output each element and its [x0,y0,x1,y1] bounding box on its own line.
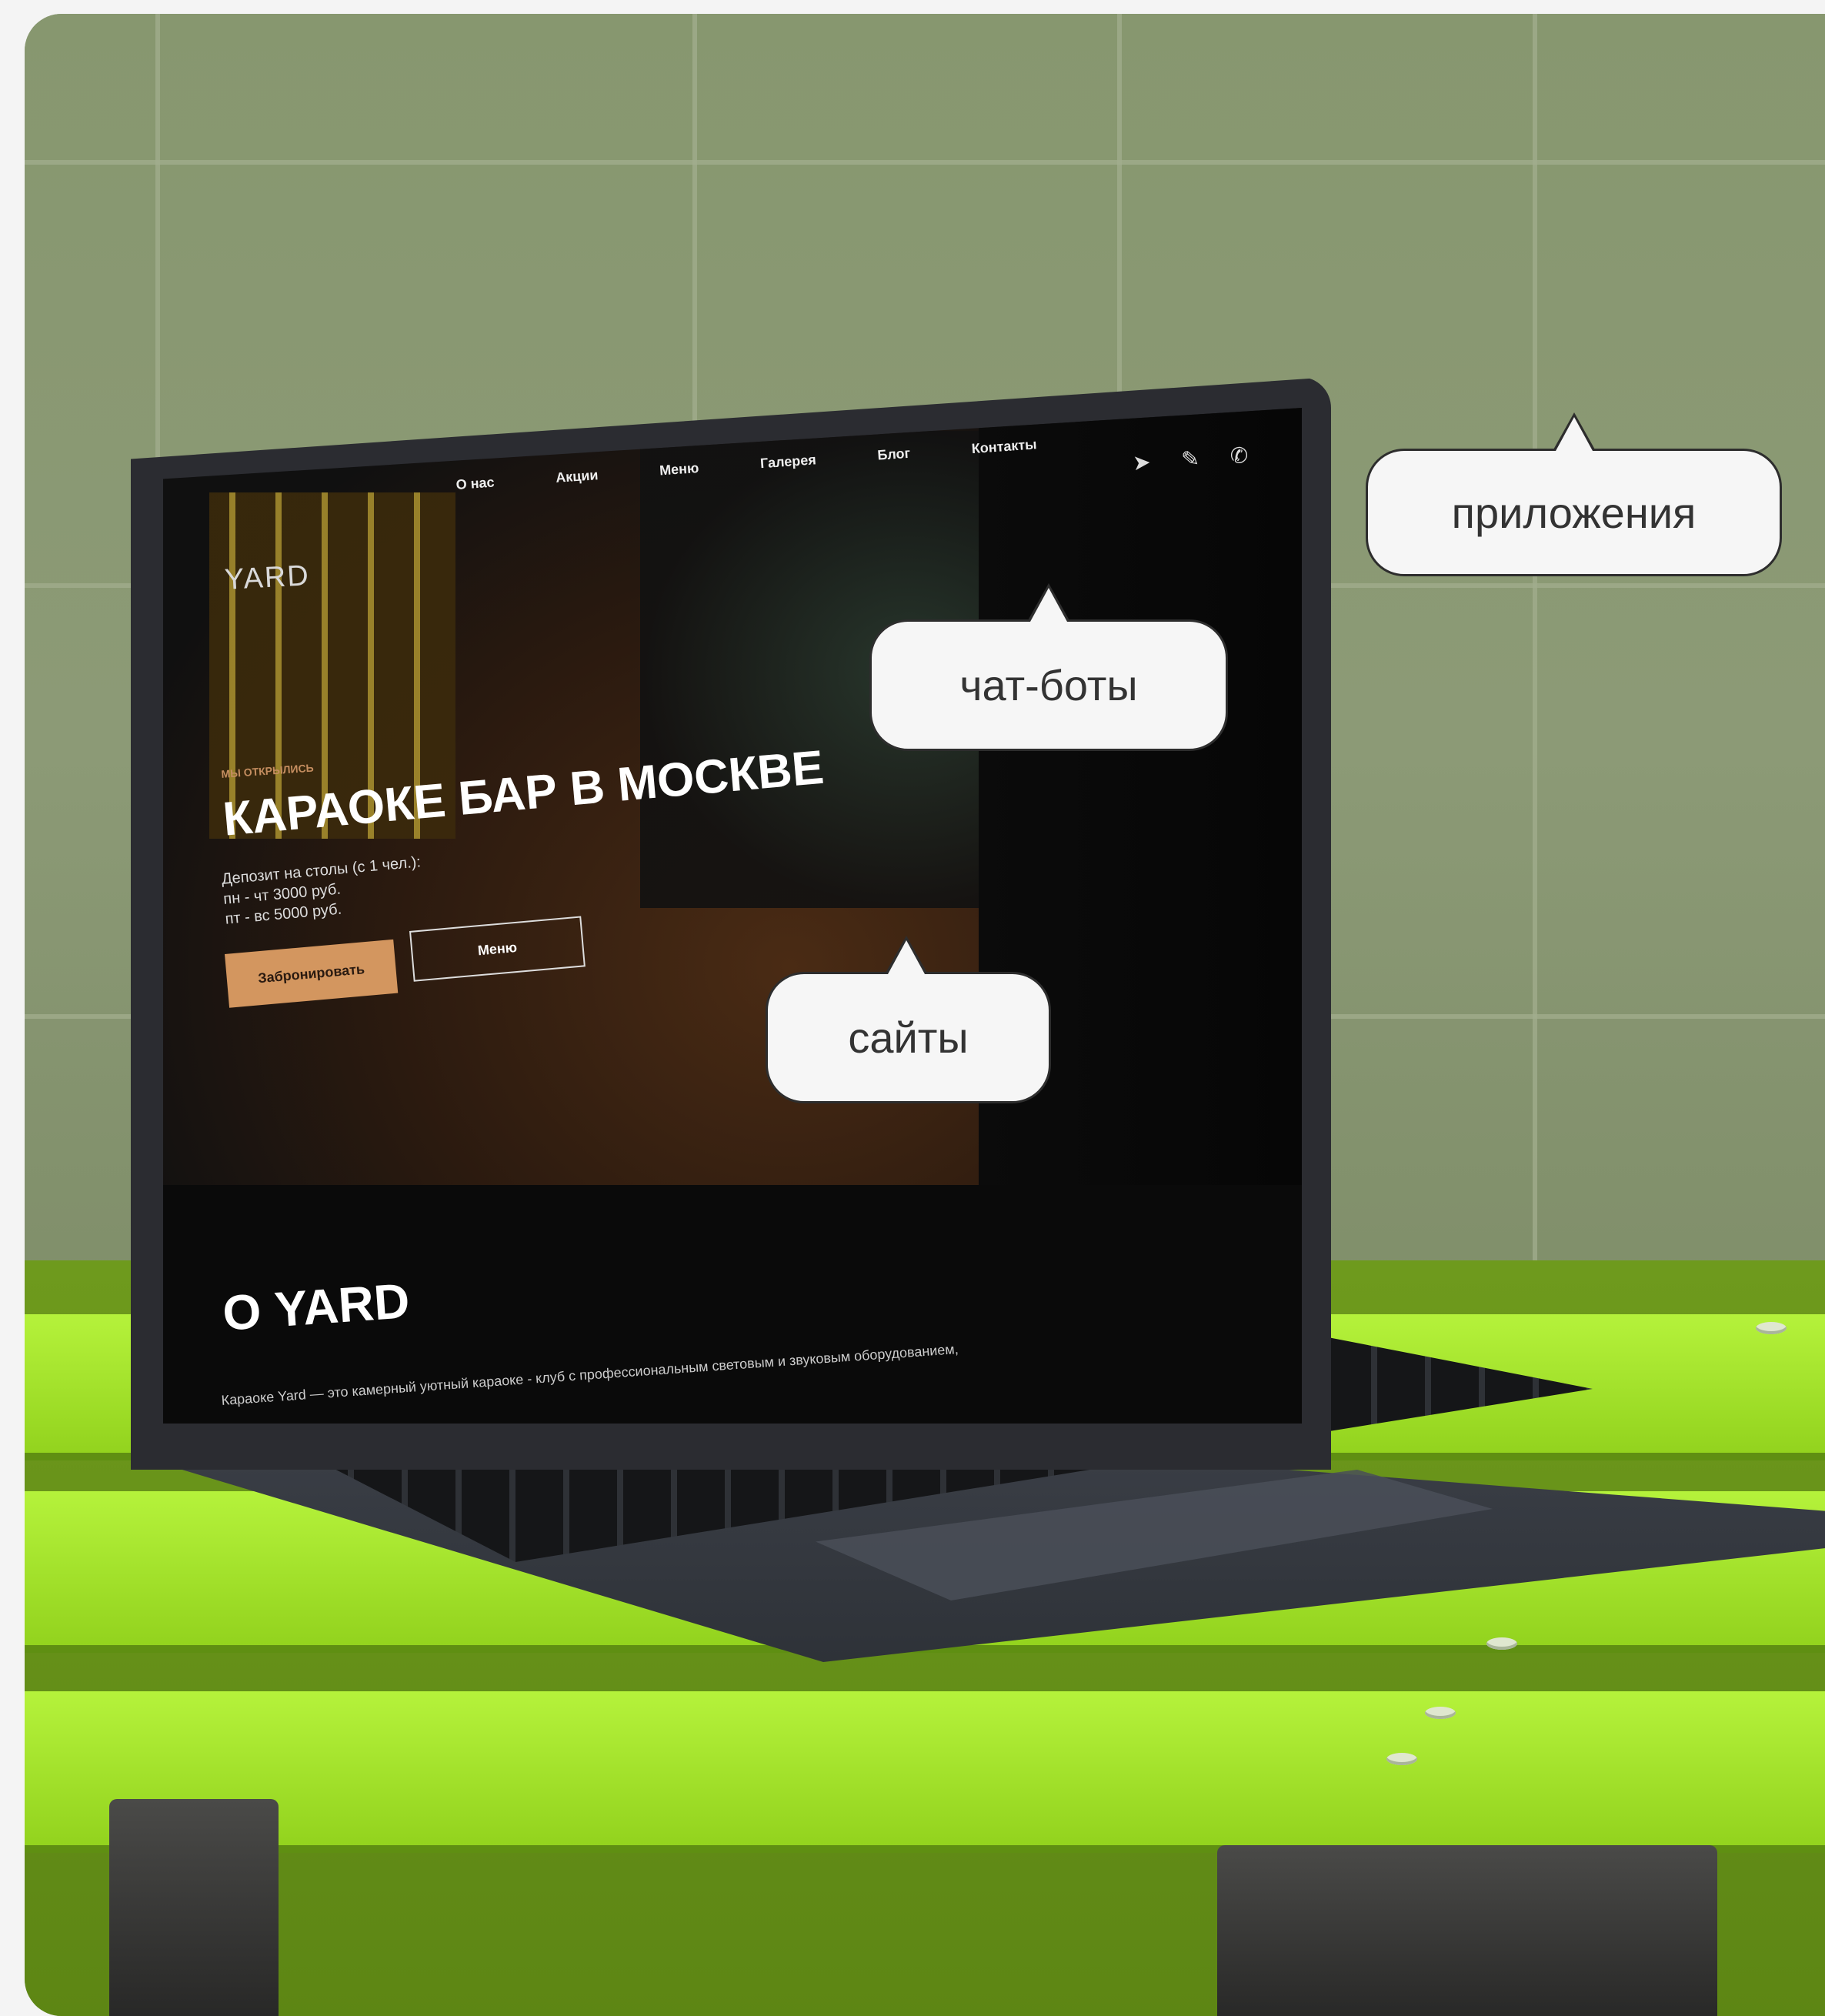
nav-promos[interactable]: Акции [556,467,599,486]
bubble-tail [1027,583,1070,622]
bubble-apps-label: приложения [1451,488,1697,537]
bubble-chatbots: чат-боты [869,583,1228,751]
book-button[interactable]: Забронировать [225,939,399,1008]
bench-slat [25,1691,1825,1845]
hero-deposit-info: Депозит на столы (с 1 чел.): пн - чт 300… [221,852,425,929]
bench-bolt [1756,1322,1787,1334]
bench-bolt [1386,1753,1417,1765]
nav-about[interactable]: О нас [455,475,495,493]
bench-leg [109,1799,279,2016]
site-logo[interactable]: YARD [224,559,311,597]
tile-grout [1533,14,1537,1337]
nav-blog[interactable]: Блог [877,446,911,464]
bubble-chatbots-label: чат-боты [959,661,1138,709]
bench-bolt [1486,1637,1517,1650]
bench-leg [1217,1845,1717,2016]
menu-button[interactable]: Меню [409,916,586,982]
pen-icon[interactable]: ✎ [1180,446,1200,472]
laptop-screen-website: YARD О нас Акции Меню Галерея Блог Конта… [163,408,1302,1424]
phone-icon[interactable]: ✆ [1229,442,1249,469]
tile-grout [25,160,1825,165]
bubble-sites-label: сайты [848,1013,969,1062]
bubble-sites: сайты [766,936,1051,1103]
bubble-tail [1553,412,1596,451]
bubble-apps: приложения [1366,412,1782,576]
bubble-tail [885,936,928,974]
bench-bolt [1425,1707,1456,1719]
nav-menu[interactable]: Меню [659,460,699,479]
telegram-icon[interactable]: ➤ [1132,449,1152,476]
